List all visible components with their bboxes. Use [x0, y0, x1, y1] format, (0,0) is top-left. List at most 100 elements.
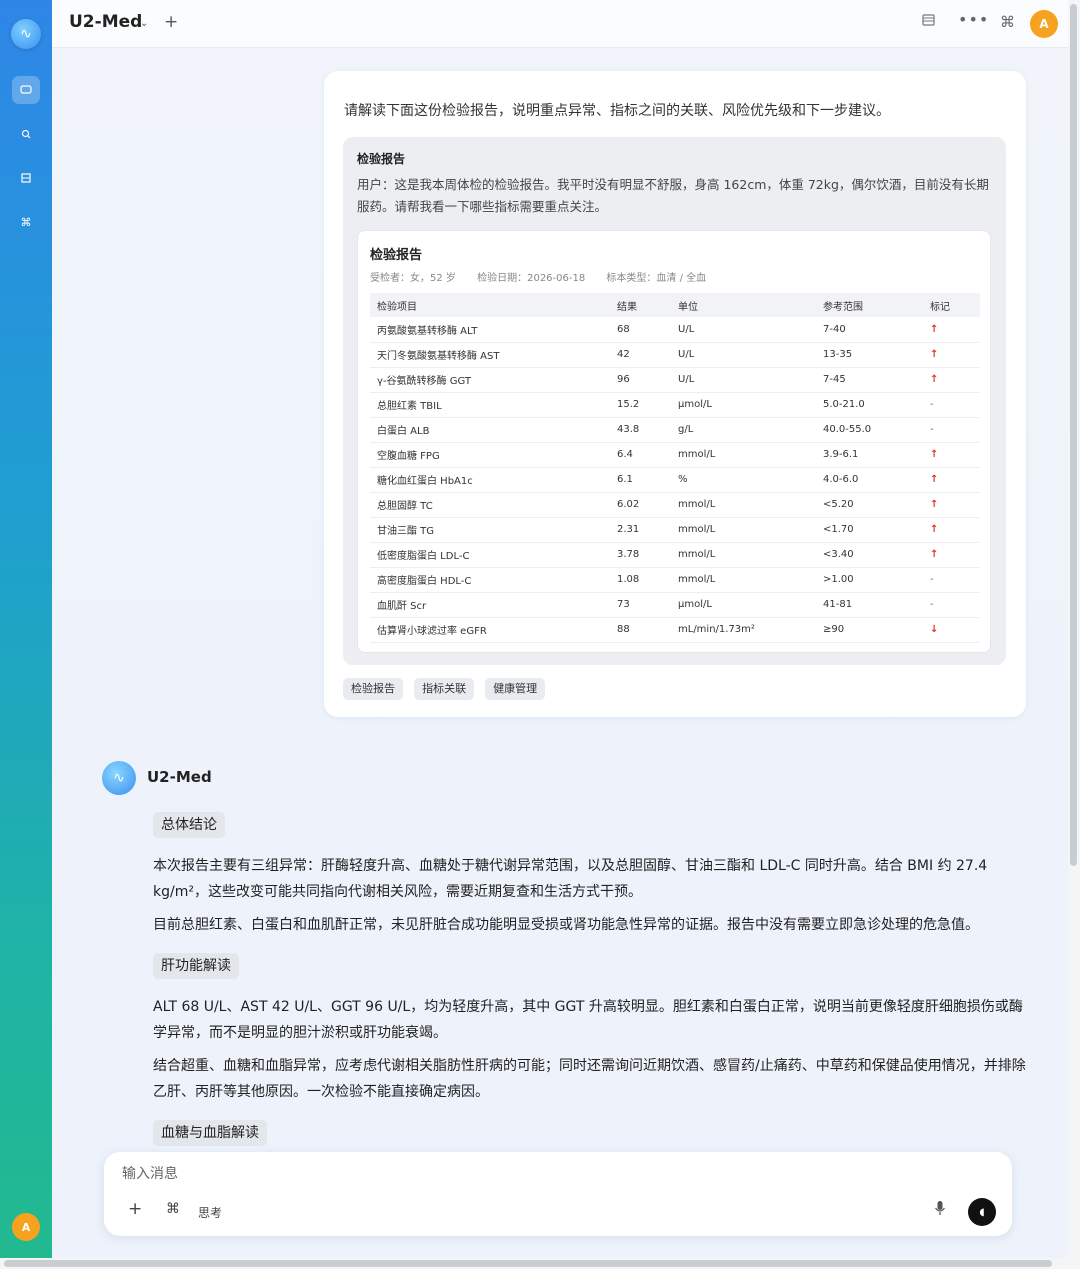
cell-flag: ↑ [923, 517, 980, 543]
report-date: 检验日期：2026-06-18 [477, 273, 586, 284]
cell-flag: - [923, 592, 980, 618]
cell-flag: ↓ [923, 617, 980, 643]
cell-item: 高密度脂蛋白 HDL-C [370, 567, 610, 593]
section-title: 总体结论 [153, 812, 225, 838]
lab-table: 检验项目 结果 单位 参考范围 标记 丙氨酸氨基转移酶 ALT 68 U/L 7-40… [370, 293, 980, 643]
cell-range: 5.0-21.0 [816, 392, 923, 418]
cell-item: 白蛋白 ALB [370, 417, 610, 443]
library-icon[interactable] [12, 164, 40, 192]
cell-flag: - [923, 417, 980, 443]
add-attachment-button[interactable]: + [128, 1199, 142, 1219]
tag-indicator-link[interactable]: 指标关联 [414, 678, 475, 700]
cell-result: 2.31 [610, 517, 671, 543]
cell-range: 7-45 [816, 367, 923, 393]
assistant-avatar-icon: ∿ [102, 761, 136, 795]
horizontal-scroll-thumb[interactable] [4, 1260, 1052, 1267]
app-logo-icon[interactable]: ∿ [11, 19, 41, 49]
cell-item: 丙氨酸氨基转移酶 ALT [370, 317, 610, 343]
attachment-description: 用户：这是我本周体检的检验报告。我平时没有明显不舒服，身高 162cm，体重 7… [357, 177, 989, 214]
sidebar-toggle-icon[interactable] [922, 14, 935, 30]
cell-unit: μmol/L [671, 392, 816, 418]
cell-result: 15.2 [610, 392, 671, 418]
command-icon[interactable]: ⌘ [12, 208, 40, 236]
col-header-range: 参考范围 [816, 293, 923, 317]
cell-result: 68 [610, 317, 671, 343]
table-row: 丙氨酸氨基转移酶 ALT 68 U/L 7-40 ↑ [370, 317, 980, 343]
tag-health-management[interactable]: 健康管理 [485, 678, 546, 700]
cell-unit: U/L [671, 367, 816, 393]
cell-unit: μmol/L [671, 592, 816, 618]
think-toggle[interactable]: 思考 [198, 1204, 222, 1221]
cell-result: 88 [610, 617, 671, 643]
cell-flag: ↑ [923, 367, 980, 393]
cell-item: 总胆红素 TBIL [370, 392, 610, 418]
paragraph: 目前总胆红素、白蛋白和血肌酐正常，未见肝脏合成功能明显受损或肾功能急性异常的证据… [153, 917, 979, 933]
header-avatar[interactable]: A [1030, 10, 1058, 38]
lab-report: 检验报告 受检者：女，52 岁 检验日期：2026-06-18 标本类型：血清 … [357, 230, 991, 653]
conversation-title[interactable]: U2-Med [69, 12, 142, 32]
tag-lab-report[interactable]: 检验报告 [343, 678, 403, 700]
table-row: 高密度脂蛋白 HDL-C 1.08 mmol/L >1.00- [370, 567, 980, 593]
cell-range: 13-35 [816, 342, 923, 368]
top-header: U2-Med ⌄ + ••• ⌘ A [52, 0, 1068, 48]
paragraph: 结合超重、血糖和血脂异常，应考虑代谢相关脂肪性肝病的可能；同时还需询问近期饮酒、… [153, 1058, 1026, 1100]
cell-result: 1.08 [610, 567, 671, 593]
cell-result: 43.8 [610, 417, 671, 443]
vertical-scrollbar[interactable] [1068, 0, 1080, 1258]
send-button[interactable]: ◖ [968, 1198, 996, 1226]
cell-flag: - [923, 392, 980, 418]
user-prompt: 请解读下面这份检验报告，说明重点异常、指标之间的关联、风险优先级和下一步建议。 [344, 103, 890, 119]
attachment-card: 检验报告 用户：这是我本周体检的检验报告。我平时没有明显不舒服，身高 162cm… [343, 137, 1006, 665]
report-meta: 受检者：女，52 岁 检验日期：2026-06-18 标本类型：血清 / 全血 [370, 269, 724, 284]
paragraph: 本次报告主要有三组异常：肝酶轻度升高、血糖处于糖代谢异常范围，以及总胆固醇、甘油… [153, 858, 988, 900]
cell-range: <1.70 [816, 517, 923, 543]
cell-range: >1.00 [816, 567, 923, 593]
new-chat-button[interactable]: + [164, 12, 178, 32]
cell-flag: ↑ [923, 492, 980, 518]
chat-icon[interactable] [12, 76, 40, 104]
cell-flag: ↑ [923, 542, 980, 568]
col-header-result: 结果 [610, 293, 671, 317]
cell-unit: mL/min/1.73m² [671, 617, 816, 643]
table-row: 空腹血糖 FPG 6.4 mmol/L 3.9-6.1 ↑ [370, 442, 980, 468]
cell-flag: ↑ [923, 467, 980, 493]
table-row: 低密度脂蛋白 LDL-C 3.78 mmol/L <3.40 ↑ [370, 542, 980, 568]
table-row: 估算肾小球滤过率 eGFR 88 mL/min/1.73m² ≥90 ↓ [370, 617, 980, 643]
cell-item: 天门冬氨酸氨基转移酶 AST [370, 342, 610, 368]
cell-item: 空腹血糖 FPG [370, 442, 610, 468]
cell-range: 3.9-6.1 [816, 442, 923, 468]
cell-item: 血肌酐 Scr [370, 592, 610, 618]
cell-flag: ↑ [923, 442, 980, 468]
cell-item: 估算肾小球滤过率 eGFR [370, 617, 610, 643]
message-composer: + ⌘ 思考 ◖ [104, 1152, 1012, 1236]
more-icon[interactable]: ••• [958, 10, 989, 29]
chat-main: 请解读下面这份检验报告，说明重点异常、指标之间的关联、风险优先级和下一步建议。 … [52, 48, 1068, 1258]
cell-result: 73 [610, 592, 671, 618]
table-row: 糖化血红蛋白 HbA1c 6.1% 4.0-6.0 ↑ [370, 467, 980, 493]
cell-unit: % [671, 467, 816, 493]
cell-range: <5.20 [816, 492, 923, 518]
command-icon[interactable]: ⌘ [1000, 13, 1015, 31]
cell-item: 总胆固醇 TC [370, 492, 610, 518]
microphone-icon[interactable] [934, 1200, 946, 1220]
left-rail: ∿ ⌘ A [0, 0, 52, 1269]
cell-flag: ↑ [923, 342, 980, 368]
table-row: 天门冬氨酸氨基转移酶 AST 42 U/L 13-35 ↑ [370, 342, 980, 368]
horizontal-scrollbar[interactable] [0, 1258, 1080, 1269]
chevron-down-icon[interactable]: ⌄ [140, 18, 148, 29]
vertical-scroll-thumb[interactable] [1070, 4, 1077, 866]
cell-result: 3.78 [610, 542, 671, 568]
cell-range: 40.0-55.0 [816, 417, 923, 443]
message-input[interactable] [122, 1166, 822, 1182]
cell-result: 6.02 [610, 492, 671, 518]
search-icon[interactable] [12, 120, 40, 148]
user-avatar[interactable]: A [12, 1213, 40, 1241]
cell-range: 4.0-6.0 [816, 467, 923, 493]
cell-range: 41-81 [816, 592, 923, 618]
col-header-item: 检验项目 [370, 293, 610, 317]
command-button[interactable]: ⌘ [166, 1201, 180, 1217]
cell-result: 6.1 [610, 467, 671, 493]
table-header-row: 检验项目 结果 单位 参考范围 标记 [370, 293, 980, 317]
col-header-unit: 单位 [671, 293, 816, 317]
cell-range: <3.40 [816, 542, 923, 568]
